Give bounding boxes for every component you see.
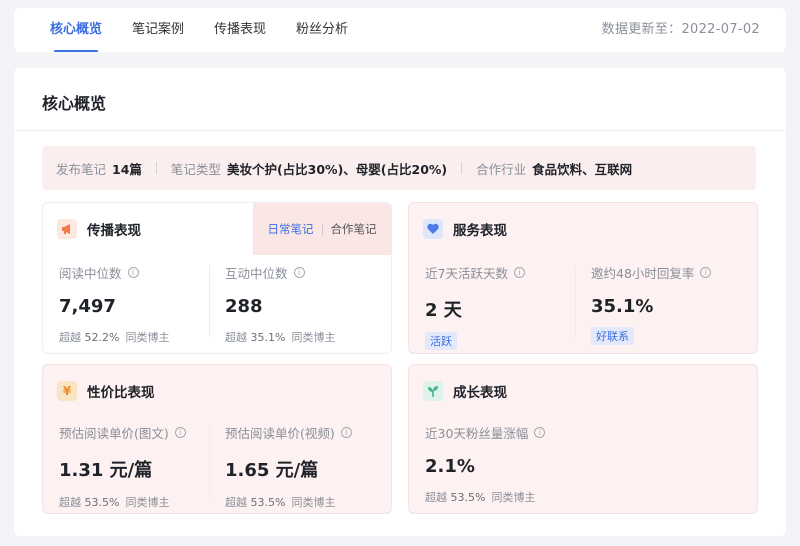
industry-label: 合作行业: [476, 161, 527, 177]
comparison-prefix: 超越: [425, 491, 447, 504]
metric-comparison: 超越 53.5% 同类博主: [59, 494, 186, 510]
metric-reply-rate: 邀约48小时回复率 i 35.1% 好联系: [591, 263, 712, 345]
metric-value: 7,497: [59, 296, 116, 317]
card-header: 服务表现: [423, 219, 507, 239]
card-title: 性价比表现: [87, 385, 155, 401]
metric-comparison: 超越 53.5% 同类博主: [425, 489, 545, 505]
metric-divider: [209, 425, 210, 497]
toggle-daily-notes[interactable]: 日常笔记: [268, 221, 314, 237]
comparison-suffix: 同类博主: [291, 331, 336, 344]
metric-value: 35.1%: [591, 296, 654, 317]
tab-note-cases[interactable]: 笔记案例: [132, 8, 184, 52]
metric-fan-growth: 近30天粉丝量涨幅 i 2.1% 超越 53.5% 同类博主: [425, 423, 546, 505]
status-badge: 好联系: [591, 327, 634, 345]
megaphone-icon: [57, 219, 77, 239]
comparison-percent: 53.5%: [84, 496, 120, 509]
metric-label: 近7天活跃天数: [425, 266, 508, 281]
metric-read-price-image: 预估阅读单价(图文) i 1.31 元/篇 超越 53.5% 同类博主: [59, 423, 186, 510]
heart-handshake-icon: [423, 219, 443, 239]
note-type-toggle: 日常笔记 合作笔记: [253, 203, 391, 255]
metric-label: 预估阅读单价(视频): [225, 426, 335, 441]
top-tab-bar: 核心概览 笔记案例 传播表现 粉丝分析 数据更新至：2022-07-02: [14, 8, 786, 52]
sprout-icon: [423, 381, 443, 401]
comparison-prefix: 超越: [59, 331, 81, 344]
card-title: 传播表现: [87, 223, 141, 239]
metric-divider: [209, 265, 210, 337]
summary-info-strip: 发布笔记 14篇 笔记类型 美妆个护(占比30%)、母婴(占比20%) 合作行业…: [42, 146, 756, 190]
published-notes-label: 发布笔记: [56, 161, 107, 177]
metric-label: 邀约48小时回复率: [591, 266, 695, 281]
card-title: 成长表现: [453, 385, 507, 401]
metric-label: 预估阅读单价(图文): [59, 426, 169, 441]
metric-value: 288: [225, 296, 263, 317]
metric-value: 2.1%: [425, 456, 475, 477]
comparison-prefix: 超越: [225, 331, 247, 344]
info-icon[interactable]: i: [340, 427, 352, 438]
info-icon[interactable]: i: [127, 267, 139, 278]
data-update-time: 数据更新至：2022-07-02: [601, 22, 760, 37]
comparison-suffix: 同类博主: [125, 496, 170, 509]
comparison-percent: 53.5%: [250, 496, 286, 509]
panel-divider: [14, 130, 786, 131]
metric-label: 近30天粉丝量涨幅: [425, 426, 529, 441]
tab-fan-analysis[interactable]: 粉丝分析: [296, 8, 348, 52]
metric-comparison: 超越 52.2% 同类博主: [59, 329, 169, 345]
comparison-suffix: 同类博主: [291, 496, 336, 509]
core-overview-panel: 核心概览 发布笔记 14篇 笔记类型 美妆个护(占比30%)、母婴(占比20%)…: [14, 68, 786, 536]
card-header: 成长表现: [423, 381, 507, 401]
spread-performance-card: 传播表现 日常笔记 合作笔记 阅读中位数 i 7,497 超越 52.2% 同类博主…: [42, 202, 392, 354]
comparison-percent: 35.1%: [250, 331, 286, 344]
card-header: 传播表现: [57, 219, 141, 239]
tab-spread-performance[interactable]: 传播表现: [214, 8, 266, 52]
card-header: ¥ 性价比表现: [57, 381, 155, 401]
metric-value: 1.65 元/篇: [225, 460, 319, 481]
cost-performance-card: ¥ 性价比表现 预估阅读单价(图文) i 1.31 元/篇 超越 53.5% 同类博…: [42, 364, 392, 514]
metric-label: 阅读中位数: [59, 266, 122, 281]
published-notes-value: 14篇: [112, 161, 142, 177]
metric-interaction-median: 互动中位数 i 288 超越 35.1% 同类博主: [225, 263, 335, 345]
metric-value: 1.31 元/篇: [59, 460, 153, 481]
comparison-prefix: 超越: [225, 496, 247, 509]
comparison-suffix: 同类博主: [125, 331, 170, 344]
comparison-percent: 53.5%: [450, 491, 486, 504]
info-separator: [461, 162, 463, 174]
service-performance-card: 服务表现 近7天活跃天数 i 2 天 活跃 邀约48小时回复率 i 35.1% 好联…: [408, 202, 758, 354]
comparison-percent: 52.2%: [84, 331, 120, 344]
metric-read-price-video: 预估阅读单价(视频) i 1.65 元/篇 超越 53.5% 同类博主: [225, 423, 352, 510]
industry-value: 食品饮料、互联网: [532, 161, 633, 177]
note-type-value: 美妆个护(占比30%)、母婴(占比20%): [226, 161, 448, 177]
yuan-icon: ¥: [57, 381, 77, 401]
toggle-coop-notes[interactable]: 合作笔记: [331, 221, 377, 237]
status-badge: 活跃: [425, 332, 457, 350]
metric-read-median: 阅读中位数 i 7,497 超越 52.2% 同类博主: [59, 263, 169, 345]
metric-comparison: 超越 35.1% 同类博主: [225, 329, 335, 345]
info-icon[interactable]: i: [174, 427, 186, 438]
growth-performance-card: 成长表现 近30天粉丝量涨幅 i 2.1% 超越 53.5% 同类博主: [408, 364, 758, 514]
metric-label: 互动中位数: [225, 266, 288, 281]
info-icon[interactable]: i: [700, 267, 712, 278]
comparison-prefix: 超越: [59, 496, 81, 509]
info-icon[interactable]: i: [513, 267, 525, 278]
card-title: 服务表现: [453, 223, 507, 239]
info-separator: [155, 162, 157, 174]
tab-core-overview[interactable]: 核心概览: [50, 8, 102, 52]
toggle-separator: [321, 223, 323, 235]
metric-active-days: 近7天活跃天数 i 2 天 活跃: [425, 263, 525, 350]
metric-divider: [575, 265, 576, 337]
metric-comparison: 超越 53.5% 同类博主: [225, 494, 352, 510]
info-icon[interactable]: i: [293, 267, 305, 278]
panel-title: 核心概览: [42, 94, 107, 113]
note-type-label: 笔记类型: [170, 161, 221, 177]
comparison-suffix: 同类博主: [491, 491, 536, 504]
info-icon[interactable]: i: [534, 427, 546, 438]
metric-value: 2 天: [425, 300, 462, 321]
